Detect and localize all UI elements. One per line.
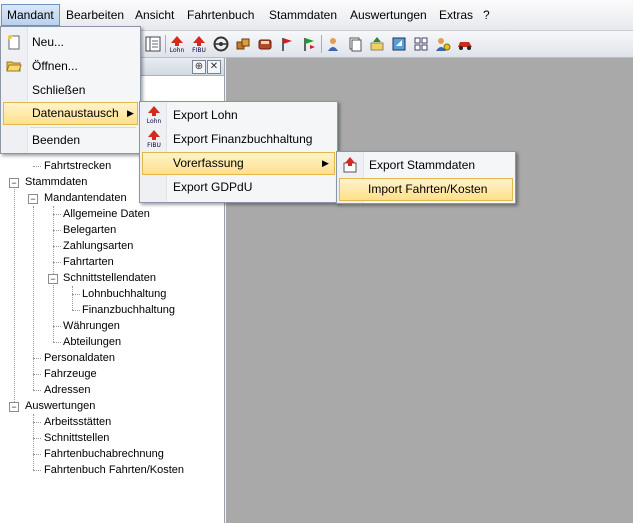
- tree-item-fahrtstrecken[interactable]: Fahrtstrecken: [44, 158, 111, 174]
- tree-item-abteilungen[interactable]: Abteilungen: [63, 334, 121, 350]
- upload-icon[interactable]: [367, 34, 387, 54]
- tree-item-waehrungen[interactable]: Währungen: [63, 318, 120, 334]
- tree-item-mandantendaten[interactable]: Mandantendaten: [44, 190, 127, 206]
- datenaustausch-submenu: Lohn Export Lohn FIBU Export Finanzbuchh…: [139, 101, 338, 203]
- tree-item-fahrzeuge[interactable]: Fahrzeuge: [44, 366, 97, 382]
- person-icon[interactable]: [323, 34, 343, 54]
- submenu-arrow-icon: ▶: [127, 108, 134, 118]
- tree-item-arbeitsstaetten[interactable]: Arbeitsstätten: [44, 414, 111, 430]
- tree-item-zahlungsarten[interactable]: Zahlungsarten: [63, 238, 133, 254]
- tree-item-auswertungen[interactable]: Auswertungen: [25, 398, 95, 414]
- export-stammdaten-icon: [343, 157, 357, 173]
- tree-item-schnittstellen[interactable]: Schnittstellen: [44, 430, 109, 446]
- tree-item-belegarten[interactable]: Belegarten: [63, 222, 116, 238]
- svg-text:FIBU: FIBU: [147, 142, 161, 149]
- menuitem-schliessen[interactable]: Schließen: [3, 79, 137, 101]
- menuitem-datenaustausch[interactable]: Datenaustausch ▶: [3, 102, 138, 125]
- svg-text:FIBU: FIBU: [192, 47, 206, 53]
- flag-green-icon[interactable]: [299, 34, 319, 54]
- grid-icon[interactable]: [411, 34, 431, 54]
- svg-text:Lohn: Lohn: [147, 118, 162, 125]
- menuitem-oeffnen[interactable]: Öffnen...: [3, 55, 137, 77]
- collapse-icon[interactable]: −: [28, 194, 38, 204]
- menuitem-export-stammdaten[interactable]: Export Stammdaten: [339, 154, 512, 176]
- menu-ansicht[interactable]: Ansicht: [130, 4, 179, 26]
- menuitem-vorerfassung[interactable]: Vorerfassung ▶: [142, 152, 335, 175]
- collapse-icon[interactable]: −: [9, 178, 19, 188]
- collapse-icon[interactable]: −: [9, 402, 19, 412]
- car-rear-icon[interactable]: [255, 34, 275, 54]
- documents-icon[interactable]: [345, 34, 365, 54]
- collapse-icon[interactable]: −: [48, 274, 58, 284]
- menu-stammdaten[interactable]: Stammdaten: [264, 4, 342, 26]
- fibu-export-icon[interactable]: FIBU: [189, 34, 209, 54]
- boxes-icon[interactable]: [233, 34, 253, 54]
- menu-auswertungen[interactable]: Auswertungen: [345, 4, 432, 26]
- car-red-icon[interactable]: [455, 34, 475, 54]
- vorerfassung-submenu: Export Stammdaten Import Fahrten/Kosten: [336, 151, 516, 204]
- steering-wheel-icon[interactable]: [211, 34, 231, 54]
- menu-bearbeiten[interactable]: Bearbeiten: [61, 4, 129, 26]
- submenu-arrow-icon: ▶: [322, 158, 329, 168]
- new-document-icon: [8, 35, 20, 50]
- tree-item-fahrtenbuch-fahrten-kosten[interactable]: Fahrtenbuch Fahrten/Kosten: [44, 462, 184, 478]
- menu-mandant[interactable]: Mandant: [1, 4, 60, 26]
- tree-item-schnittstellendaten[interactable]: Schnittstellendaten: [63, 270, 156, 286]
- mandant-dropdown: Neu... Öffnen... Schließen Datenaustausc…: [0, 26, 141, 154]
- fibu-export-icon: FIBU: [147, 130, 161, 149]
- tree-item-personaldaten[interactable]: Personaldaten: [44, 350, 115, 366]
- svg-text:Lohn: Lohn: [170, 47, 185, 53]
- menu-help[interactable]: ?: [478, 4, 495, 26]
- tree-item-fahrtarten[interactable]: Fahrtarten: [63, 254, 114, 270]
- tree-item-allgemeine-daten[interactable]: Allgemeine Daten: [63, 206, 150, 222]
- pin-icon[interactable]: ⊕: [192, 60, 206, 74]
- list-icon[interactable]: [143, 34, 163, 54]
- tree-item-finanzbuchhaltung[interactable]: Finanzbuchhaltung: [82, 302, 175, 318]
- person-money-icon[interactable]: [433, 34, 453, 54]
- close-icon[interactable]: ✕: [207, 60, 221, 74]
- menuitem-import-fahrten-kosten[interactable]: Import Fahrten/Kosten: [339, 178, 513, 201]
- menuitem-export-finanzbuchhaltung[interactable]: FIBU Export Finanzbuchhaltung: [142, 128, 334, 150]
- tree-item-fahrtenbuchabrechnung[interactable]: Fahrtenbuchabrechnung: [44, 446, 164, 462]
- menu-extras[interactable]: Extras: [434, 4, 478, 26]
- tree-item-stammdaten[interactable]: Stammdaten: [25, 174, 87, 190]
- transfer-icon[interactable]: [389, 34, 409, 54]
- menuitem-export-lohn[interactable]: Lohn Export Lohn: [142, 104, 334, 126]
- lohn-export-icon[interactable]: Lohn: [167, 34, 187, 54]
- menuitem-export-gdpdu[interactable]: Export GDPdU: [142, 176, 334, 198]
- tree-item-adressen[interactable]: Adressen: [44, 382, 90, 398]
- menuitem-neu[interactable]: Neu...: [3, 31, 137, 53]
- open-folder-icon: [6, 61, 22, 72]
- menu-fahrtenbuch[interactable]: Fahrtenbuch: [182, 4, 259, 26]
- menuitem-beenden[interactable]: Beenden: [3, 129, 137, 151]
- flag-red-icon[interactable]: [277, 34, 297, 54]
- lohn-export-icon: Lohn: [147, 106, 162, 125]
- tree-item-lohnbuchhaltung[interactable]: Lohnbuchhaltung: [82, 286, 166, 302]
